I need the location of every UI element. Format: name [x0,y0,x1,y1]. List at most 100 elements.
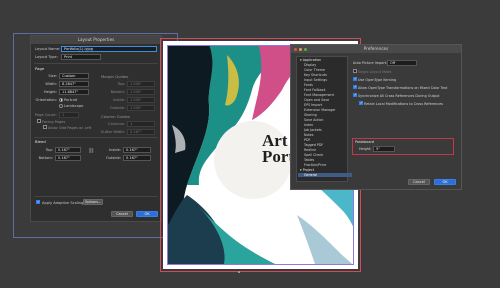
portrait-radio[interactable] [59,97,63,102]
sidebar-item[interactable]: Font Fallback [304,88,326,92]
sidebar-item[interactable]: Input Settings [304,78,327,82]
allow-opentype-transform-label: Allow OpenType Transformations on Mixed … [358,85,448,90]
preferences-dialog: Preferences ▾ Application Display Color … [290,44,462,190]
landscape-radio[interactable] [59,103,63,108]
preferences-sidebar[interactable]: ▾ Application Display Color Theme Key Sh… [296,56,352,182]
page-section-title: Page [35,66,45,71]
divider [34,137,158,138]
sync-cross-references-checkbox[interactable]: ✓ [353,93,357,97]
sidebar-item-general[interactable]: General [298,173,352,177]
sidebar-item[interactable]: Fonts [304,83,313,87]
adaptive-scaling-checkbox[interactable]: ✓ [36,200,40,204]
allow-opentype-transform-checkbox[interactable]: ✓ [353,85,357,89]
mouse-cursor [238,271,240,273]
sidebar-item[interactable]: Tables [304,158,314,162]
columns-input[interactable]: 1 [127,121,155,127]
sidebar-item[interactable]: Font Management [304,93,334,97]
bleed-top-input[interactable]: 0.167" [55,147,81,153]
minimize-window-icon[interactable] [299,47,303,51]
margin-inside-input[interactable]: 1.000" [127,97,155,103]
pasteboard-highlight: Pasteboard Height: 5" [352,138,454,155]
divider [34,196,158,197]
preferences-cancel-button[interactable]: Cancel [408,179,430,185]
sidebar-item[interactable]: Job Jackets [304,128,322,132]
sidebar-header-project[interactable]: ▾ Project [300,168,314,172]
margin-top-label: Top: [117,82,125,86]
sidebar-item[interactable]: Open and Save [304,98,329,102]
margin-bottom-label: Bottom: [110,90,125,94]
margin-outside-input[interactable]: 1.000" [127,105,155,111]
sidebar-item[interactable]: Redline [304,148,316,152]
bleed-bottom-input[interactable]: 0.167" [55,155,81,161]
opentype-kerning-checkbox[interactable]: ✓ [353,77,357,81]
sidebar-item[interactable]: Tagged PDF [304,143,323,147]
page-count-label: Page Count: [35,113,57,117]
width-input[interactable]: 8.2847" [59,81,89,87]
allow-odd-pages-label: Allow Odd Pages on Left [48,125,92,130]
zoom-window-icon[interactable] [304,47,308,51]
landscape-label: Landscape [64,104,84,108]
margin-top-input[interactable]: 1.000" [127,81,155,87]
margin-bottom-input[interactable]: 1.000" [127,89,155,95]
margin-inside-label: Inside: [113,98,125,102]
sidebar-header-application[interactable]: ▾ Application [300,58,321,62]
gutter-width-input[interactable]: 0.167" [127,129,155,135]
sidebar-item[interactable]: PDF [304,138,310,142]
bleed-bottom-label: Bottom: [38,156,53,160]
close-window-icon[interactable] [294,47,298,51]
bleed-outside-input[interactable]: 0.167" [123,155,151,161]
facing-pages-label: Facing Pages [42,119,66,124]
sidebar-item[interactable]: Display [304,63,316,67]
sidebar-item[interactable]: Color Theme [304,68,325,72]
auto-picture-import-select[interactable]: Off [387,60,417,66]
columns-label: Columns: [108,122,125,126]
sidebar-item[interactable]: EPS Import [304,103,322,107]
retain-modifications-label: Retain Local Modifications to Cross Refe… [364,101,443,106]
bleed-inside-label: Inside: [109,148,121,152]
layout-type-select[interactable]: Print [61,54,101,60]
divider [34,63,158,64]
column-guides-title: Column Guides [101,114,130,119]
pasteboard-height-label: Height: [359,147,372,151]
sidebar-item[interactable]: Notes [304,133,314,137]
sidebar-item[interactable]: Key Shortcuts [304,73,327,77]
facing-pages-checkbox[interactable] [37,119,41,123]
sidebar-item[interactable]: Index [304,123,313,127]
sidebar-item[interactable]: Sharing [304,113,317,117]
allow-odd-pages-checkbox[interactable] [43,125,47,129]
ok-button[interactable]: OK [136,211,158,217]
size-label: Size: [48,74,57,78]
page-count-input[interactable]: 1 [59,112,79,118]
portrait-label: Portrait [64,98,78,102]
pasteboard-section-title: Pasteboard [355,140,374,144]
layout-name-input[interactable]: Portfolio(1).lyjpg [61,46,157,52]
preferences-ok-button[interactable]: OK [434,179,456,185]
layout-dialog-title: Layout Properties [31,36,161,44]
opentype-kerning-label: Use OpenType Kerning [358,77,397,82]
options-button[interactable]: Options... [83,199,103,205]
height-label: Height: [43,90,57,94]
layout-properties-dialog: Layout Properties Layout Name: Portfolio… [30,35,162,222]
single-layout-label: Single Layout Mode [358,69,392,74]
adaptive-scaling-label: Apply Adaptive Scaling [42,200,84,205]
retain-modifications-checkbox[interactable]: ✓ [359,101,363,105]
sidebar-item[interactable]: Save Action [304,118,323,122]
single-layout-checkbox[interactable] [353,69,357,73]
auto-picture-import-label: Auto Picture Import: [353,61,388,65]
layout-name-label: Layout Name: [35,47,61,51]
sidebar-item[interactable]: Spell Check [304,153,323,157]
size-select[interactable]: Custom [59,73,89,79]
link-icon[interactable]: ⛓ [88,148,94,154]
pasteboard-height-input[interactable]: 5" [373,146,395,152]
sidebar-item[interactable]: Fraction/Price [304,163,326,167]
bleed-outside-label: Outside: [105,156,121,160]
bleed-top-label: Top: [45,148,53,152]
cancel-button[interactable]: Cancel [111,211,133,217]
sync-cross-references-label: Synchronize All Cross References During … [358,93,440,98]
layout-type-label: Layout Type: [35,55,58,59]
height-input[interactable]: 11.6847" [59,89,89,95]
width-label: Width: [45,82,57,86]
bleed-inside-input[interactable]: 0.167" [123,147,151,153]
margin-guides-title: Margin Guides [101,74,129,79]
sidebar-item[interactable]: Extension Manager [304,108,336,112]
